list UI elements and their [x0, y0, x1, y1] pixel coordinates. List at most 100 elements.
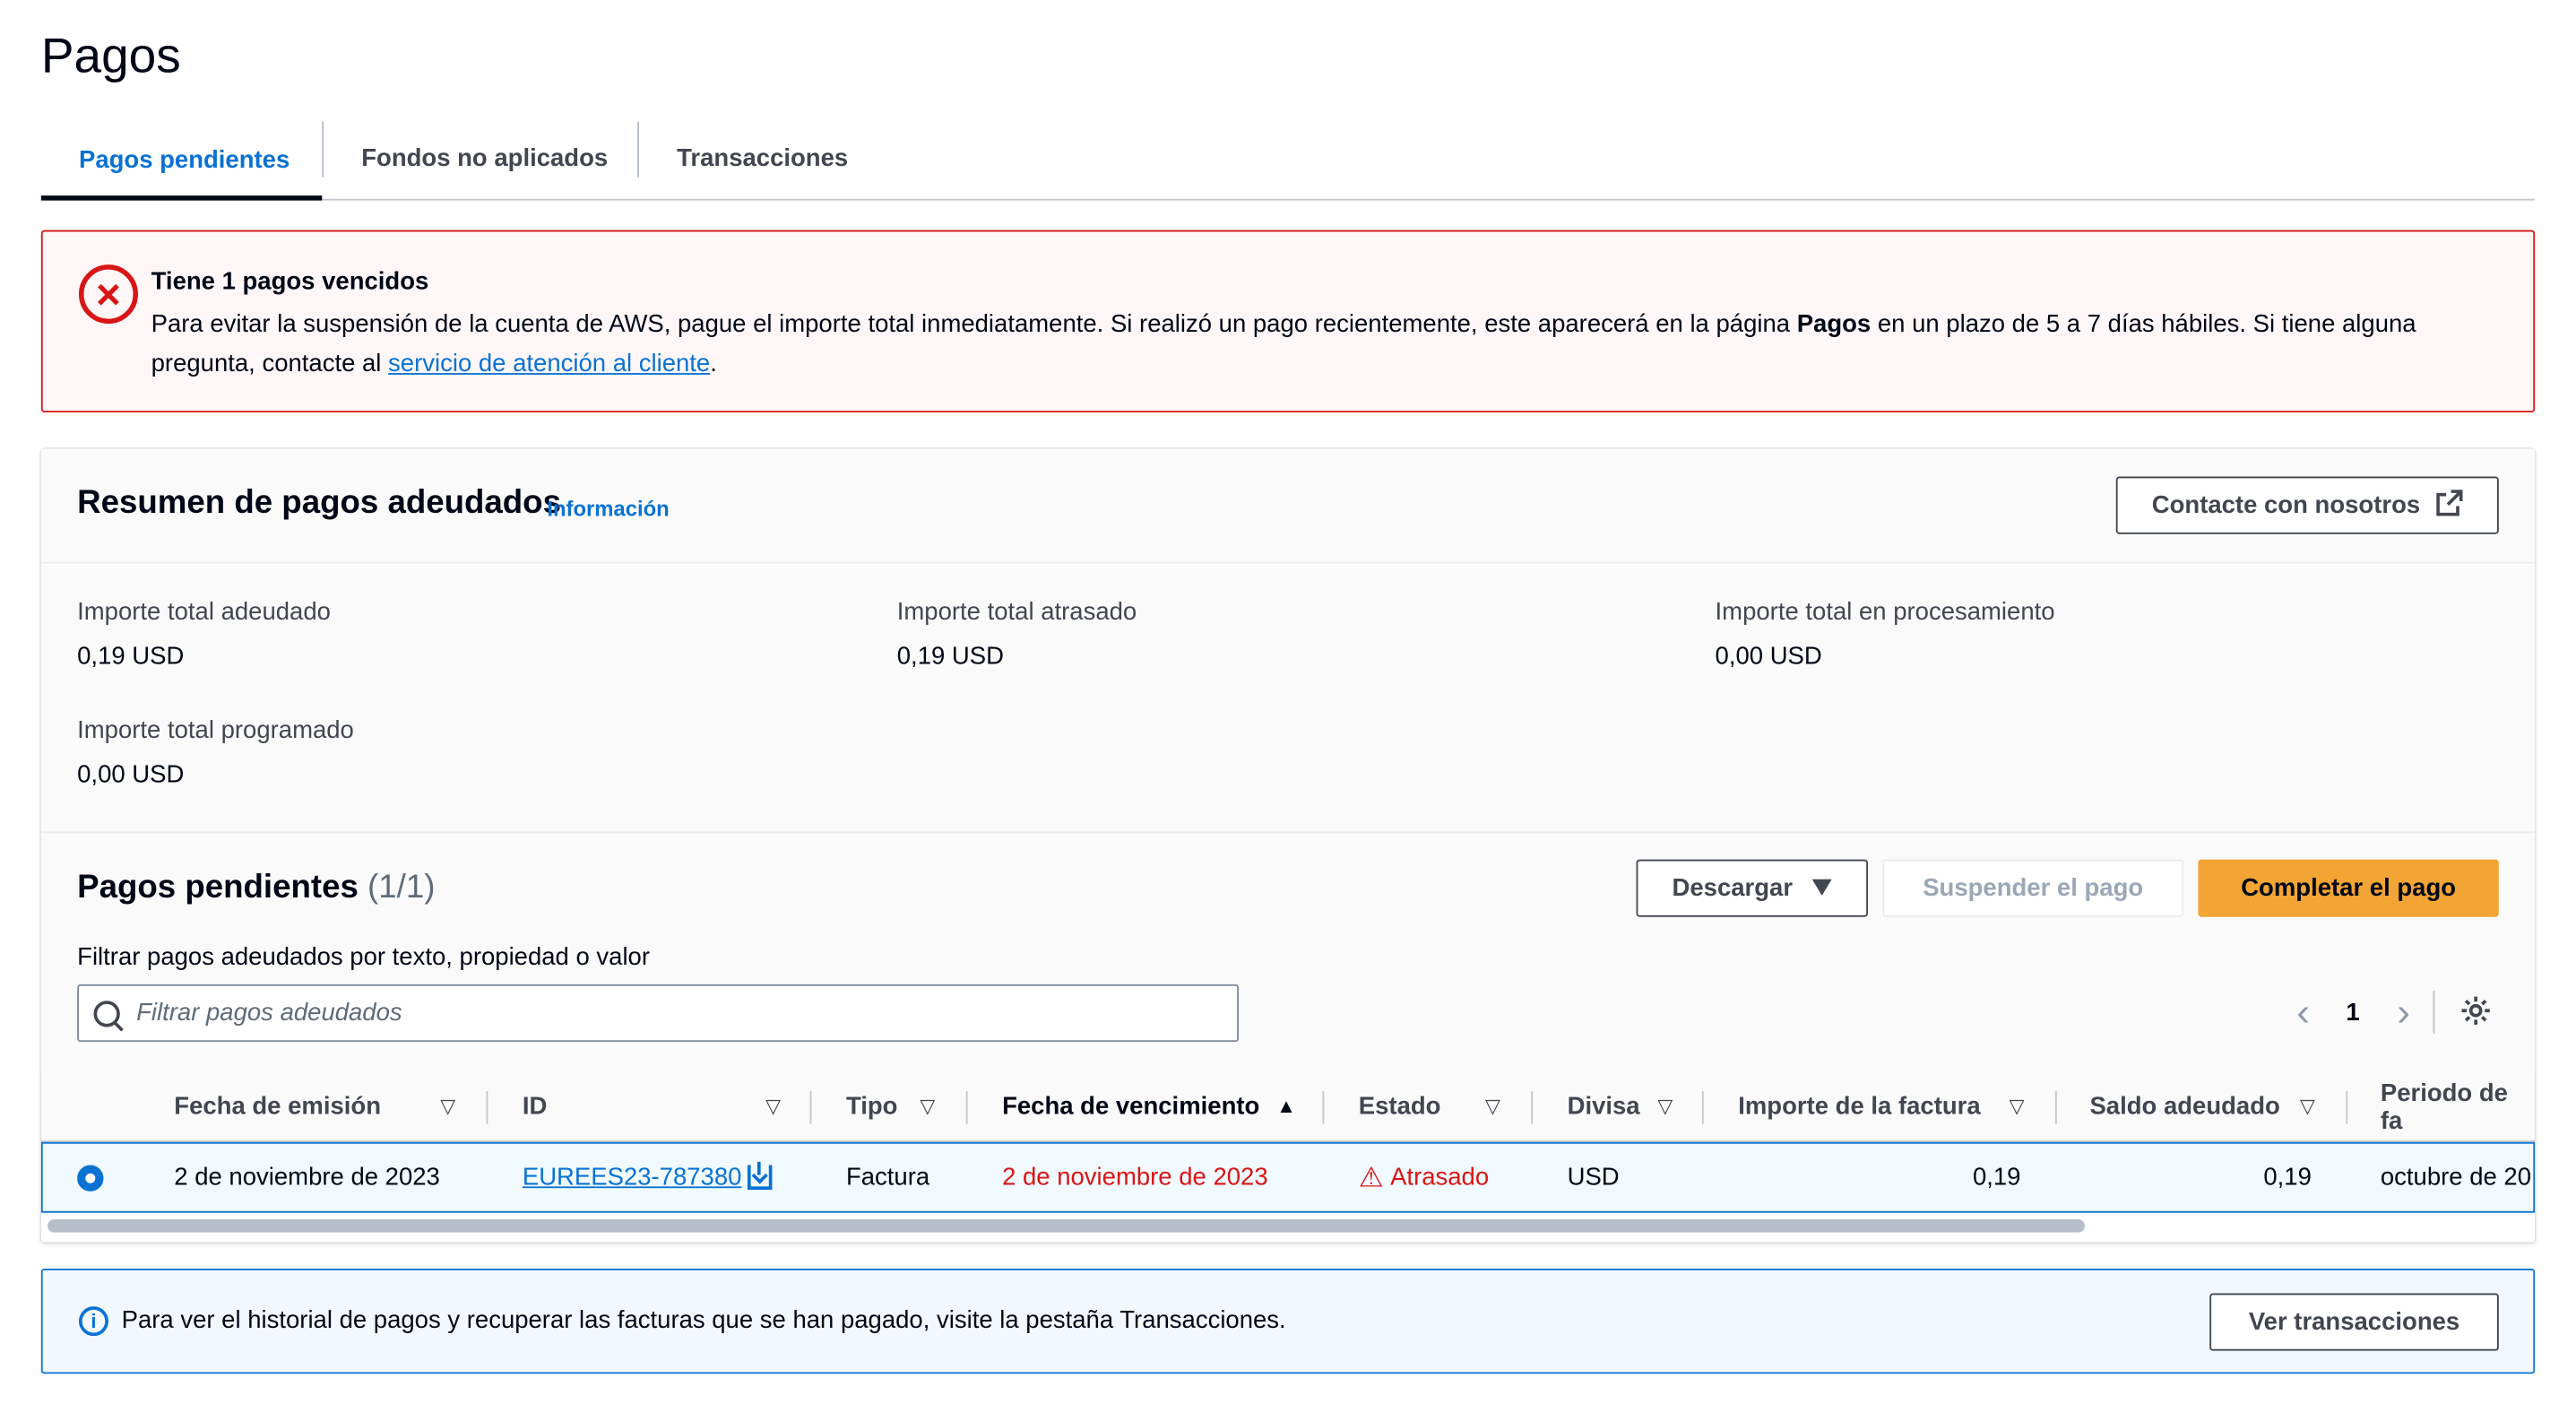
info-text: Para ver el historial de pagos y recuper… [121, 1306, 1286, 1335]
cell-fecha-vencimiento: 2 de noviembre de 2023 [1002, 1163, 1268, 1192]
complete-payment-button[interactable]: Completar el pago [2198, 859, 2499, 917]
column-importe-factura[interactable]: Importe de la factura [1738, 1071, 1980, 1142]
column-fecha-vencimiento[interactable]: Fecha de vencimiento [1002, 1071, 1259, 1142]
total-overdue-value: 0,19 USD [896, 642, 1004, 671]
column-separator [809, 1091, 812, 1124]
contact-us-button[interactable]: Contacte con nosotros [2115, 476, 2499, 534]
column-saldo-adeudado[interactable]: Saldo adeudado [2089, 1071, 2279, 1142]
warning-icon: ⚠ [1358, 1160, 1384, 1192]
column-id[interactable]: ID [523, 1071, 547, 1142]
row-radio-selected[interactable] [77, 1165, 104, 1192]
summary-values: Importe total adeudado 0,19 USD Importe … [40, 565, 2536, 832]
tab-bar: Pagos pendientes Fondos no aplicados Tra… [40, 118, 2536, 201]
alert-body: Para evitar la suspensión de la cuenta d… [151, 306, 2501, 385]
alert-title: Tiene 1 pagos vencidos [151, 267, 429, 296]
error-icon: × [78, 264, 138, 325]
total-scheduled-label: Importe total programado [77, 716, 354, 745]
cell-divisa: USD [1567, 1163, 1620, 1192]
invoice-id-link[interactable]: EUREES23-787380 [523, 1164, 742, 1192]
total-processing-value: 0,00 USD [1715, 642, 1822, 671]
contact-button-label: Contacte con nosotros [2151, 491, 2421, 520]
sort-ascending-icon[interactable]: ▲ [1276, 1095, 1296, 1118]
filter-input[interactable] [136, 999, 1189, 1027]
gear-icon[interactable] [2459, 994, 2493, 1037]
column-separator [486, 1091, 488, 1124]
total-processing: Importe total en procesamiento 0,00 USD [1716, 598, 2055, 671]
tab-transacciones[interactable]: Transacciones [677, 118, 848, 199]
page-number[interactable]: 1 [2346, 999, 2359, 1027]
caret-down-icon[interactable]: ▽ [1657, 1095, 1673, 1118]
info-link[interactable]: Información [547, 497, 669, 521]
cell-fecha-emision: 2 de noviembre de 2023 [174, 1163, 440, 1192]
column-fecha-emision[interactable]: Fecha de emisión [174, 1071, 381, 1142]
pending-payments-header: Pagos pendientes (1/1) Descargar Suspend… [40, 831, 2536, 1072]
filter-label: Filtrar pagos adeudados por texto, propi… [77, 943, 651, 972]
cell-estado: ⚠ Atrasado [1359, 1144, 1489, 1211]
customer-service-link[interactable]: servicio de atención al cliente [388, 350, 710, 377]
view-transactions-button[interactable]: Ver transacciones [2209, 1293, 2499, 1351]
pending-title: Pagos pendientes (1/1) [77, 870, 435, 907]
suspend-payment-button[interactable]: Suspender el pago [1882, 859, 2183, 917]
table-header: Fecha de emisión ▽ ID ▽ Tipo ▽ Fecha de … [40, 1071, 2536, 1142]
caret-down-icon[interactable]: ▽ [2300, 1095, 2315, 1118]
download-icon[interactable] [748, 1161, 774, 1191]
total-owed-value: 0,19 USD [77, 642, 185, 671]
column-separator [1531, 1091, 1534, 1124]
transactions-info-alert: i Para ver el historial de pagos y recup… [40, 1268, 2536, 1374]
cell-tipo: Factura [845, 1163, 930, 1192]
pending-count: (1/1) [367, 869, 436, 906]
page-title: Pagos [40, 29, 181, 84]
column-separator [1322, 1091, 1325, 1124]
pager-divider [2433, 991, 2435, 1034]
search-icon [93, 1000, 120, 1027]
overdue-payments-alert: × Tiene 1 pagos vencidos Para evitar la … [40, 230, 2536, 413]
caret-down-icon[interactable]: ▽ [2010, 1095, 2025, 1118]
column-divisa[interactable]: Divisa [1568, 1071, 1640, 1142]
chevron-left-icon[interactable]: ‹ [2286, 993, 2320, 1037]
total-scheduled: Importe total programado 0,00 USD [77, 716, 354, 789]
total-scheduled-value: 0,00 USD [77, 760, 185, 789]
caret-down-icon[interactable]: ▽ [1485, 1095, 1500, 1118]
table-row[interactable]: 2 de noviembre de 2023 EUREES23-787380 F… [40, 1141, 2536, 1213]
alert-bold-text: Pagos [1796, 310, 1871, 339]
download-button-label: Descargar [1672, 874, 1794, 903]
cell-id: EUREES23-787380 [523, 1144, 774, 1211]
summary-title: Resumen de pagos adeudados [77, 484, 561, 522]
caret-down-icon [1812, 874, 1833, 902]
tab-divider [322, 121, 324, 178]
column-separator [1701, 1091, 1704, 1124]
total-overdue-label: Importe total atrasado [896, 598, 1137, 627]
horizontal-scrollbar[interactable] [48, 1219, 2085, 1233]
billing-payments-page: Pagos Pagos pendientes Fondos no aplicad… [0, 0, 2576, 1403]
alert-text: Para evitar la suspensión de la cuenta d… [151, 310, 1797, 339]
total-owed: Importe total adeudado 0,19 USD [77, 598, 331, 671]
pending-title-text: Pagos pendientes [77, 869, 359, 906]
tab-pagos-pendientes[interactable]: Pagos pendientes [40, 118, 323, 201]
column-tipo[interactable]: Tipo [846, 1071, 898, 1142]
total-owed-label: Importe total adeudado [77, 598, 331, 627]
column-separator [2346, 1091, 2348, 1124]
pending-payments-table: Fecha de emisión ▽ ID ▽ Tipo ▽ Fecha de … [40, 1071, 2536, 1243]
total-overdue: Importe total atrasado 0,19 USD [897, 598, 1137, 671]
cell-saldo: 0,19 [2263, 1163, 2312, 1192]
external-link-icon [2436, 489, 2463, 522]
chevron-right-icon[interactable]: › [2387, 993, 2420, 1037]
payments-summary-panel: Resumen de pagos adeudados Información C… [40, 448, 2536, 1243]
column-estado[interactable]: Estado [1359, 1071, 1441, 1142]
caret-down-icon[interactable]: ▽ [920, 1095, 935, 1118]
summary-header: Resumen de pagos adeudados Información C… [40, 448, 2536, 564]
tab-divider [637, 121, 639, 178]
caret-down-icon[interactable]: ▽ [440, 1095, 455, 1118]
tab-fondos-no-aplicados[interactable]: Fondos no aplicados [361, 118, 608, 199]
column-separator [965, 1091, 968, 1124]
total-processing-label: Importe total en procesamiento [1715, 598, 2055, 627]
status-label: Atrasado [1390, 1163, 1490, 1192]
column-separator [2054, 1091, 2057, 1124]
cell-importe: 0,19 [1972, 1163, 2021, 1192]
cell-periodo: octubre de 20 [2380, 1163, 2532, 1192]
filter-field[interactable] [77, 984, 1240, 1043]
download-button[interactable]: Descargar [1636, 859, 1869, 917]
column-periodo[interactable]: Periodo de fa [2381, 1071, 2535, 1142]
info-icon: i [78, 1306, 108, 1337]
caret-down-icon[interactable]: ▽ [765, 1095, 781, 1118]
